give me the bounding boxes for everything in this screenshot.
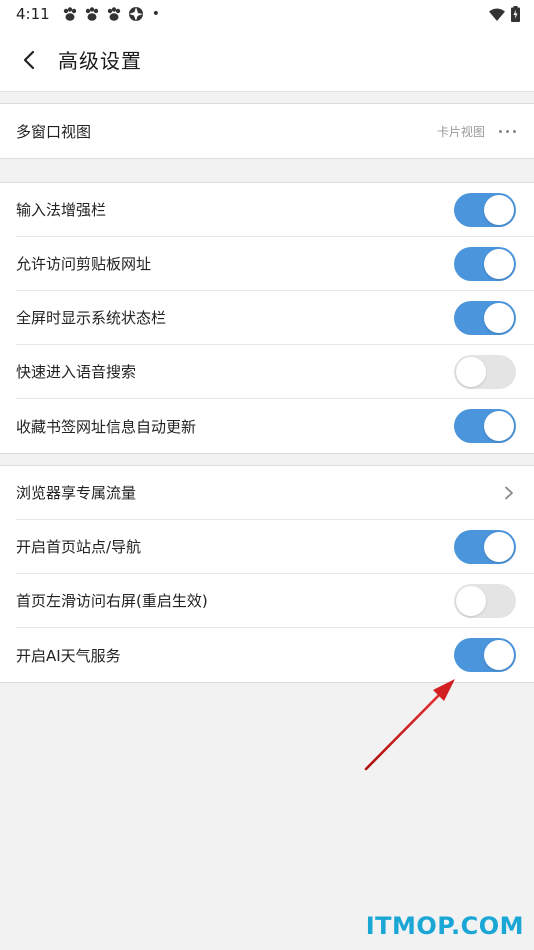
- section-window-view: 多窗口视图 卡片视图: [0, 103, 534, 159]
- annotation-arrow: [364, 679, 455, 771]
- paw-icon: [84, 6, 100, 22]
- battery-charging-icon: [511, 6, 520, 22]
- header: 高级设置: [0, 28, 534, 92]
- setting-row-statusbar: 全屏时显示系统状态栏: [16, 291, 534, 345]
- setting-label: 收藏书签网址信息自动更新: [16, 417, 197, 436]
- setting-label: 浏览器享专属流量: [16, 484, 137, 502]
- toggle-switch[interactable]: [454, 583, 516, 618]
- setting-row-homepage-nav: 开启首页站点/导航: [16, 520, 534, 574]
- status-time: 4:11: [16, 5, 50, 23]
- chevron-right-icon: [505, 486, 513, 499]
- setting-row-swipe-right-screen: 首页左滑访问右屏(重启生效): [16, 574, 534, 628]
- toggle-switch[interactable]: [454, 246, 516, 281]
- setting-row-multi-window[interactable]: 多窗口视图 卡片视图: [16, 104, 534, 158]
- setting-row-clipboard: 允许访问剪贴板网址: [16, 237, 534, 291]
- toggle-switch[interactable]: [454, 529, 516, 564]
- setting-row-ai-weather: 开启AI天气服务: [16, 628, 534, 682]
- section-homepage: 浏览器享专属流量 开启首页站点/导航 首页左滑访问右屏(重启生效) 开启AI天气…: [0, 465, 534, 683]
- setting-label: 开启首页站点/导航: [16, 538, 142, 556]
- back-button[interactable]: [0, 28, 58, 92]
- setting-row-exclusive-traffic[interactable]: 浏览器享专属流量: [16, 466, 534, 520]
- setting-row-bookmark-update: 收藏书签网址信息自动更新: [16, 399, 534, 453]
- toggle-switch[interactable]: [454, 192, 516, 227]
- page-title: 高级设置: [58, 49, 142, 73]
- setting-label: 开启AI天气服务: [16, 646, 121, 665]
- chevron-left-icon: [23, 50, 35, 69]
- toggle-switch[interactable]: [454, 354, 516, 389]
- setting-label: 多窗口视图: [16, 122, 92, 141]
- setting-value: 卡片视图: [436, 124, 485, 139]
- setting-label: 快速进入语音搜索: [16, 363, 137, 381]
- watermark-logo: ITMOP.COM: [365, 912, 524, 940]
- more-icon[interactable]: [499, 129, 516, 133]
- toggle-switch[interactable]: [454, 638, 516, 672]
- wifi-icon: [489, 8, 505, 21]
- toggle-switch[interactable]: [454, 409, 516, 443]
- setting-label: 全屏时显示系统状态栏: [16, 309, 167, 327]
- notification-icons: •: [62, 6, 160, 22]
- section-toggles: 输入法增强栏 允许访问剪贴板网址 全屏时显示系统状态栏 快速进入语音搜索 收藏书…: [0, 182, 534, 454]
- setting-row-voice-search: 快速进入语音搜索: [16, 345, 534, 399]
- paw-icon: [106, 6, 122, 22]
- setting-row-input-bar: 输入法增强栏: [16, 183, 534, 237]
- setting-label: 首页左滑访问右屏(重启生效): [16, 592, 208, 610]
- status-dot: •: [151, 6, 160, 22]
- status-right-icons: [489, 6, 520, 22]
- aperture-icon: [128, 6, 144, 22]
- setting-label: 允许访问剪贴板网址: [16, 255, 152, 273]
- paw-icon: [62, 6, 78, 22]
- status-bar: 4:11 •: [0, 0, 534, 28]
- toggle-switch[interactable]: [454, 300, 516, 335]
- setting-label: 输入法增强栏: [16, 201, 107, 219]
